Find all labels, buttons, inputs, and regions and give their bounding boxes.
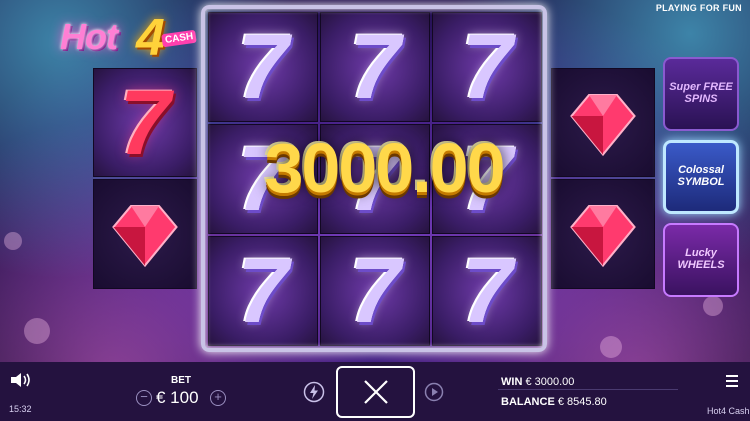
bet-decrease-button[interactable]: −: [136, 390, 152, 406]
close-icon: [363, 380, 388, 404]
balance-display: BALANCE € 8545.80: [501, 396, 607, 408]
bokeh-light: [4, 232, 22, 250]
win-label: WIN: [501, 376, 523, 388]
reel-cell-right-top: [551, 68, 655, 177]
feature-label: Lucky WHEELS: [677, 247, 725, 271]
ruby-gem-icon: [570, 204, 636, 268]
clock-time: 15:32: [9, 404, 32, 414]
bet-value: € 100: [156, 388, 199, 407]
bet-increase-button[interactable]: +: [210, 390, 226, 406]
spin-stop-button[interactable]: [336, 366, 415, 418]
reel-cell-left-top: 7: [93, 68, 197, 177]
logo-hot: Hot: [60, 16, 118, 57]
game-name: Hot4 Cash: [707, 406, 750, 416]
feature-colossal-symbol[interactable]: Colossal SYMBOL: [663, 140, 739, 214]
win-value: € 3000.00: [525, 376, 575, 388]
win-display: WIN € 3000.00: [501, 376, 574, 388]
balance-label: BALANCE: [501, 396, 555, 408]
playing-for-fun-label: PLAYING FOR FUN: [655, 3, 742, 13]
play-icon[interactable]: [424, 382, 444, 402]
feature-label: Colossal SYMBOL: [677, 164, 725, 188]
feature-label: Super FREE SPINS: [669, 81, 733, 105]
red-seven-symbol: 7: [119, 71, 171, 174]
feature-super-free-spins[interactable]: Super FREE SPINS: [663, 57, 739, 131]
reel-cell-right-bottom: [551, 179, 655, 289]
speaker-icon[interactable]: [9, 371, 33, 389]
bet-label: BET: [171, 375, 191, 386]
game-logo: Hot 4 CASH: [54, 8, 198, 67]
bokeh-light: [703, 296, 723, 316]
balance-value: € 8545.80: [557, 396, 607, 408]
menu-icon[interactable]: [724, 373, 740, 389]
logo-four: 4: [136, 9, 165, 67]
bokeh-light: [600, 336, 622, 358]
logo-cash: CASH: [161, 29, 198, 48]
ruby-gem-icon: [570, 93, 636, 156]
feature-lucky-wheels[interactable]: Lucky WHEELS: [663, 223, 739, 297]
lightning-icon[interactable]: [303, 381, 325, 403]
ruby-gem-icon: [112, 204, 178, 268]
bokeh-light: [24, 318, 50, 344]
divider: [498, 389, 678, 390]
reel-cell-left-bottom: [93, 179, 197, 289]
win-amount-overlay: 3000.00: [264, 129, 505, 207]
